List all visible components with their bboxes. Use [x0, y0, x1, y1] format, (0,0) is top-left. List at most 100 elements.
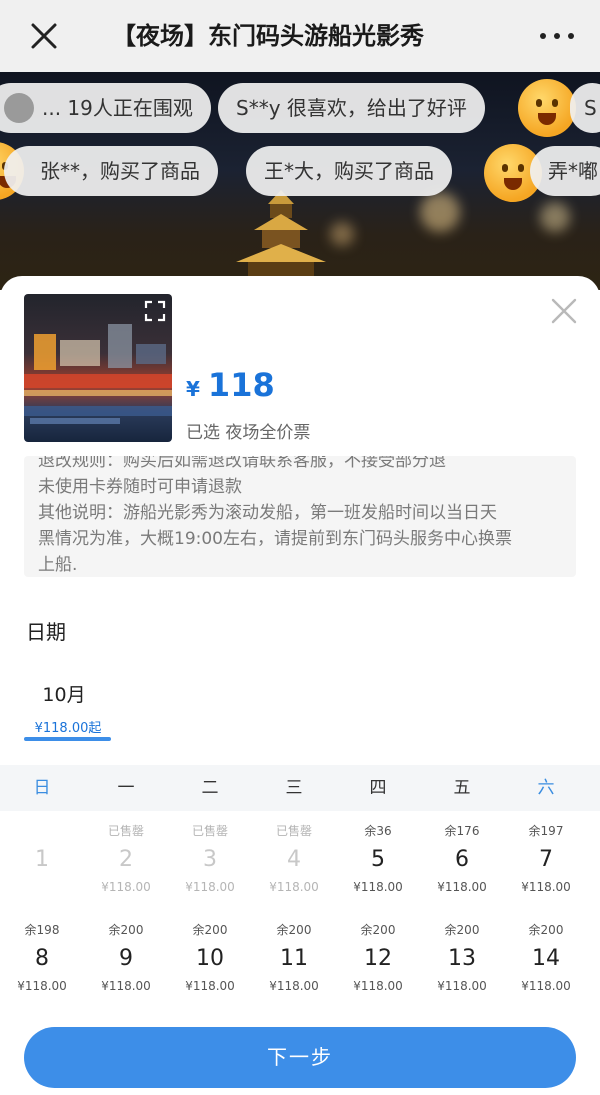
day-price: ¥118.00 — [185, 880, 235, 894]
pagoda-illustration — [236, 190, 326, 276]
avatar — [4, 93, 34, 123]
calendar-day-cell[interactable]: 余176 6 ¥118.00 — [420, 822, 504, 921]
hero-banner: ... 19人正在围观 S**y 很喜欢，给出了好评 S 张**，购买了商品 王… — [0, 72, 600, 290]
notes-line: 上船. — [38, 555, 78, 575]
day-availability: 余36 — [364, 824, 392, 838]
day-availability: 已售罄 — [275, 824, 312, 838]
day-availability: 已售罄 — [107, 824, 144, 838]
close-icon[interactable] — [549, 296, 579, 326]
calendar-grid: 1 已售罄 2 ¥118.00 已售罄 3 ¥118.00 已售罄 4 ¥118.00 余36 5 ¥1… — [0, 822, 600, 1020]
calendar-day-cell[interactable]: 余200 14 ¥118.00 — [504, 921, 588, 1020]
notes-line: 未使用卡券随时可申请退款 — [38, 477, 242, 497]
calendar-week-row: 1 已售罄 2 ¥118.00 已售罄 3 ¥118.00 已售罄 4 ¥118.00 余36 5 ¥1… — [0, 822, 600, 921]
price: ¥ 118 — [186, 366, 275, 406]
expand-icon[interactable] — [144, 300, 166, 322]
day-availability: 余200 — [528, 923, 564, 937]
calendar-day-cell[interactable]: 余200 13 ¥118.00 — [420, 921, 504, 1020]
day-number: 5 — [371, 847, 385, 872]
day-number: 6 — [455, 847, 469, 872]
calendar-week-row: 余198 8 ¥118.00 余200 9 ¥118.00 余200 10 ¥118.00 余20… — [0, 921, 600, 1020]
day-number: 3 — [203, 847, 217, 872]
day-price: ¥118.00 — [101, 880, 151, 894]
top-nav-bar: 【夜场】东门码头游船光影秀 — [0, 0, 600, 72]
review-bubble: S**y 很喜欢，给出了好评 — [218, 83, 485, 133]
calendar-day-cell[interactable]: 余197 7 ¥118.00 — [504, 822, 588, 921]
day-price: ¥118.00 — [437, 880, 487, 894]
day-number: 1 — [35, 847, 49, 872]
weekday-sat: 六 — [537, 778, 555, 798]
notes-text: 退改规则：购买后如需退改请联系客服，不接受部分退未使用卡券随时可申请退款其他说明… — [38, 456, 564, 577]
surprised-emoji-icon — [518, 79, 576, 137]
day-availability: 余200 — [444, 923, 480, 937]
day-number: 10 — [196, 946, 224, 971]
day-availability: 余198 — [24, 923, 60, 937]
calendar-day-cell: 已售罄 2 ¥118.00 — [84, 822, 168, 921]
close-icon[interactable] — [28, 20, 60, 52]
day-price: ¥118.00 — [269, 880, 319, 894]
day-number: 14 — [532, 946, 560, 971]
month-tab-october[interactable]: 10月 ¥118.00起 — [24, 680, 112, 736]
calendar-day-cell: 1 — [0, 822, 84, 921]
day-price: ¥118.00 — [101, 979, 151, 993]
calendar-day-cell[interactable]: 余36 5 ¥118.00 — [336, 822, 420, 921]
calendar-day-cell: 已售罄 3 ¥118.00 — [168, 822, 252, 921]
day-availability: 余200 — [192, 923, 228, 937]
weekday-fri: 五 — [453, 778, 471, 798]
selected-ticket: 已选 夜场全价票 — [186, 423, 311, 443]
viewers-bubble: ... 19人正在围观 — [0, 83, 211, 133]
purchase-bubble-partial: 弄*嘟 — [530, 146, 600, 196]
day-price: ¥118.00 — [185, 979, 235, 993]
review-bubble-partial: S — [570, 83, 600, 133]
calendar-day-cell[interactable]: 余200 12 ¥118.00 — [336, 921, 420, 1020]
day-number: 13 — [448, 946, 476, 971]
price-value: 118 — [207, 366, 275, 404]
calendar-day-cell: 已售罄 4 ¥118.00 — [252, 822, 336, 921]
purchase-bubble: 张**，购买了商品 — [4, 146, 218, 196]
calendar-day-cell[interactable]: 余200 10 ¥118.00 — [168, 921, 252, 1020]
day-availability: 余197 — [528, 824, 564, 838]
calendar-day-cell[interactable]: 余200 9 ¥118.00 — [84, 921, 168, 1020]
day-price: ¥118.00 — [17, 979, 67, 993]
day-number: 12 — [364, 946, 392, 971]
weekday-sun: 日 — [33, 778, 51, 798]
ticket-notes: 退改规则：购买后如需退改请联系客服，不接受部分退未使用卡券随时可申请退款其他说明… — [24, 456, 576, 577]
day-number: 4 — [287, 847, 301, 872]
more-icon[interactable] — [540, 26, 574, 46]
weekday-tue: 二 — [201, 778, 219, 798]
weekday-wed: 三 — [285, 778, 303, 798]
month-name: 10月 — [42, 684, 86, 706]
day-number: 11 — [280, 946, 308, 971]
day-availability: 余176 — [444, 824, 480, 838]
day-price: ¥118.00 — [437, 979, 487, 993]
day-price: ¥118.00 — [521, 880, 571, 894]
day-price: ¥118.00 — [353, 979, 403, 993]
next-step-button[interactable]: 下一步 — [24, 1027, 576, 1088]
day-price: ¥118.00 — [269, 979, 319, 993]
day-number: 8 — [35, 946, 49, 971]
day-availability: 余200 — [276, 923, 312, 937]
day-price: ¥118.00 — [353, 880, 403, 894]
product-thumbnail[interactable] — [24, 294, 172, 442]
purchase-bubble: 王*大，购买了商品 — [246, 146, 452, 196]
notes-line: 其他说明：游船光影秀为滚动发船，第一班发船时间以当日天 — [38, 503, 497, 523]
day-number: 2 — [119, 847, 133, 872]
day-availability: 余200 — [360, 923, 396, 937]
notes-line: 退改规则：购买后如需退改请联系客服，不接受部分退 — [38, 456, 446, 471]
day-number: 7 — [539, 847, 553, 872]
day-number: 9 — [119, 946, 133, 971]
day-availability: 余200 — [108, 923, 144, 937]
weekday-header: 日 一 二 三 四 五 六 — [0, 765, 600, 811]
month-price: ¥118.00起 — [34, 721, 102, 736]
currency-symbol: ¥ — [186, 377, 200, 401]
weekday-mon: 一 — [117, 778, 135, 798]
day-availability: 已售罄 — [191, 824, 228, 838]
day-price: ¥118.00 — [521, 979, 571, 993]
calendar-day-cell[interactable]: 余198 8 ¥118.00 — [0, 921, 84, 1020]
notes-line: 黑情况为准，大概19:00左右，请提前到东门码头服务中心换票 — [38, 529, 512, 549]
month-tab-indicator — [24, 737, 111, 741]
calendar-day-cell[interactable]: 余200 11 ¥118.00 — [252, 921, 336, 1020]
weekday-thu: 四 — [369, 778, 387, 798]
page-title: 【夜场】东门码头游船光影秀 — [112, 22, 424, 50]
day-availability — [0, 822, 84, 840]
date-label: 日期 — [26, 620, 66, 644]
